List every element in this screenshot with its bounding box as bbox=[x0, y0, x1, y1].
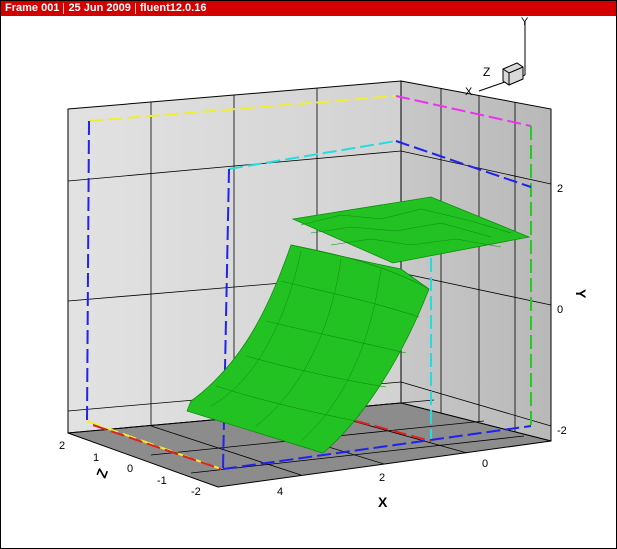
frame-date: 25 Jun 2009 bbox=[68, 2, 131, 14]
orientation-triad[interactable]: Y Z X bbox=[465, 17, 529, 98]
x-axis-title: X bbox=[378, 494, 388, 510]
triad-x-label: X bbox=[465, 86, 473, 98]
plot-area[interactable]: 4 2 0 X 2 0 -2 Y 2 1 0 -1 -2 Z Y Z X bbox=[1, 17, 616, 548]
z-tick-label: -2 bbox=[191, 486, 201, 498]
triad-z-label: Z bbox=[483, 65, 490, 79]
z-axis-title: Z bbox=[93, 466, 111, 480]
y-axis: 2 0 -2 Y bbox=[557, 183, 589, 437]
z-tick-label: 2 bbox=[59, 440, 65, 452]
x-tick-label: 2 bbox=[379, 472, 385, 484]
x-tick-label: 0 bbox=[482, 458, 488, 470]
y-tick-label: -2 bbox=[557, 425, 567, 437]
z-tick-label: 0 bbox=[127, 463, 133, 475]
y-tick-label: 2 bbox=[557, 183, 563, 195]
y-axis-title: Y bbox=[573, 289, 589, 299]
z-tick-label: 1 bbox=[93, 452, 99, 464]
frame-title-bar: Frame 001 25 Jun 2009 fluent12.0.16 bbox=[1, 1, 616, 16]
frame-source: fluent12.0.16 bbox=[139, 2, 207, 14]
triad-y-label: Y bbox=[521, 17, 529, 28]
frame-label: Frame 001 bbox=[5, 2, 60, 14]
right-wall bbox=[400, 80, 552, 442]
triad-cube-icon bbox=[502, 62, 524, 86]
z-tick-label: -1 bbox=[157, 475, 167, 487]
frame-window: Frame 001 25 Jun 2009 fluent12.0.16 4 2 … bbox=[0, 0, 617, 549]
x-tick-label: 4 bbox=[277, 486, 283, 498]
y-tick-label: 0 bbox=[557, 304, 563, 316]
